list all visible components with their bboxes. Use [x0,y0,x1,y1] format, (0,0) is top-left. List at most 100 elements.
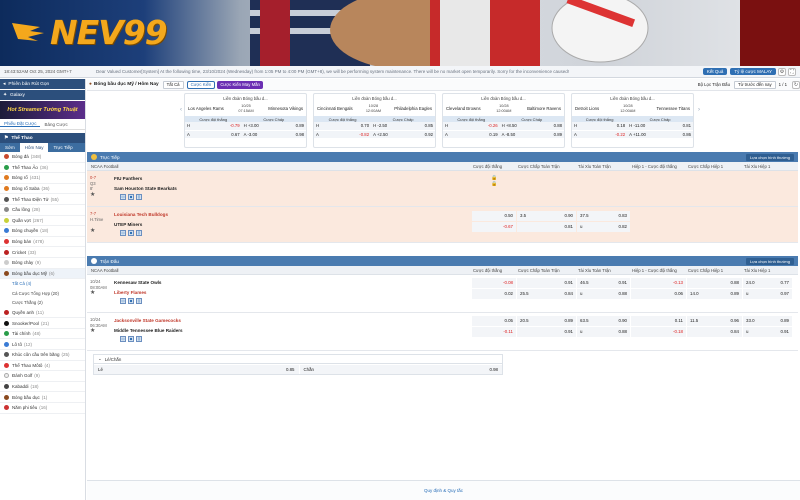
sport-item[interactable]: Cầu lông (28) [0,205,85,216]
odds-cell[interactable]: 0.11 [631,315,686,326]
odds-cell[interactable]: -0.67 [472,221,516,232]
stats-icon[interactable]: ▤ [120,230,126,236]
odds-cell[interactable]: 33.0 0.89 [743,315,792,326]
featured-card[interactable]: Liên đoàn Bóng bầu d... Cincinnati Benga… [313,93,436,148]
odds-cell[interactable]: 24.0 0.77 [743,277,792,288]
live-tracker-icon[interactable]: ▥ [136,230,142,236]
tab-mybets[interactable]: Bảng Cược [40,122,71,127]
sort-select[interactable]: Từ trước đến nay [733,80,776,89]
sport-item[interactable]: Bóng chuyền (18) [0,226,85,237]
stats-icon[interactable]: ▤ [120,336,126,342]
stats-icon[interactable]: ▤ [120,298,126,304]
results-button[interactable]: Kết Quả [702,68,728,75]
odd-even-header[interactable]: ⌄ Lẻ/Chẵn [94,355,502,364]
odds-type-select[interactable]: Tỷ lệ cược MALAY [730,68,776,75]
odds-value[interactable]: 0.92 [409,130,435,139]
favorite-star-icon[interactable]: ★ [90,228,95,234]
favorite-star-icon[interactable]: ★ [90,290,95,296]
tv-icon[interactable]: ▣ [128,194,134,200]
odds-cell[interactable]: u 0.88 [577,288,630,299]
sport-item[interactable]: Kabaddi (18) [0,382,85,393]
odds-value[interactable]: 0.18 [590,122,628,131]
odds-cell[interactable]: u 0.97 [743,288,792,299]
odds-cell[interactable]: -0.13 [631,277,686,288]
odds-value[interactable]: 0.89 [280,122,306,131]
odds-cell[interactable]: 0.02 [472,288,516,299]
favorite-star-icon[interactable]: ★ [90,328,95,334]
tab-early[interactable]: Sớm [0,145,20,150]
sport-item[interactable]: Tài chính (48) [0,329,85,340]
featured-card[interactable]: Liên đoàn Bóng bầu d... Detroit Lions 10/… [571,93,694,148]
odds-cell[interactable]: 0.91 [517,277,576,288]
live-tracker-icon[interactable]: ▥ [136,194,142,200]
chevron-right-icon[interactable]: › [698,107,702,117]
sport-item[interactable]: Thể Thao Môtô (4) [0,361,85,372]
odds-cell[interactable]: -0.08 [472,277,516,288]
odds-cell[interactable]: 0.81 [517,221,576,232]
view-option-button[interactable]: Lựa chọn hình thường [745,153,794,161]
odds-value[interactable]: -0.26 [462,122,500,131]
odds-value[interactable]: -0.22 [590,130,628,139]
today-section-header[interactable]: Trận Đấu Lựa chọn hình thường [87,256,798,266]
odds-cell[interactable]: 46.5 0.91 [577,277,630,288]
sport-item[interactable]: Snooker/Pool (21) [0,318,85,329]
match-filter[interactable]: Bộ Lọc Trận Đấu [698,82,730,87]
tv-icon[interactable]: ▣ [128,298,134,304]
live-section-header[interactable]: Trực Tiếp Lựa chọn hình thường [87,152,798,162]
sport-item[interactable]: Bóng đá (348) [0,152,85,163]
odds-cell[interactable]: 3.5 0.90 [517,210,576,221]
sport-item[interactable]: Bóng bàn (478) [0,237,85,248]
refresh-icon[interactable]: ↻ [792,80,800,89]
odds-cell[interactable]: u 0.91 [743,326,792,337]
sublist-winner[interactable]: Cược Thắng (2) [0,298,85,308]
sport-item[interactable]: Khúc côn cầu trên băng (25) [0,350,85,361]
favorite-star-icon[interactable]: ★ [90,192,95,198]
odds-value[interactable]: -0.79 [204,122,242,131]
sport-item[interactable]: Lô tô (12) [0,339,85,350]
sport-item[interactable]: Bóng chày (9) [0,258,85,269]
tab-lucky-bet[interactable]: Cược Kiến May Mắn [217,80,263,89]
old-version-link[interactable]: ◂ Phiên bản Rút Gọn [0,79,85,90]
odds-value[interactable]: 0.19 [462,130,500,139]
odds-cell[interactable]: 25.5 0.84 [517,288,576,299]
odds-cell[interactable]: 0.05 [472,315,516,326]
odds-value[interactable]: 0.70 [333,122,372,131]
odds-cell[interactable]: 37.5 0.83 [577,210,630,221]
tv-icon[interactable]: ▣ [128,230,134,236]
odds-value[interactable]: 0.85 [409,122,435,131]
tab-live[interactable]: Trực Tiếp [48,145,77,150]
away-team[interactable]: Liberty Flames [114,288,470,298]
sport-item[interactable]: Đánh Golf (9) [0,371,85,382]
sublist-all[interactable]: Tất Cả (4) [0,279,85,289]
even-cell[interactable]: Chẵn 0.98 [299,364,502,374]
odds-cell[interactable]: 0.06 [631,288,686,299]
market-select[interactable]: Tất Cả [162,80,184,89]
odds-value[interactable]: 0.89 [538,130,564,139]
sport-item[interactable]: Cricket (33) [0,247,85,258]
sport-item[interactable]: Bóng bầu dục (1) [0,392,85,403]
streamer-banner[interactable]: Hot Streamer Tường Thuật [0,101,85,119]
featured-card[interactable]: Liên đoàn Bóng bầu d... Los Angeles Rams… [184,93,307,148]
brand-logo[interactable]: NEV99 [10,12,168,52]
odds-value[interactable]: 0.67 [204,130,242,139]
home-team[interactable]: FIU Panthers [114,174,470,184]
stats-icon[interactable]: ▤ [120,194,126,200]
sport-item[interactable]: Thể Thao Điện Tử (55) [0,194,85,205]
sport-item[interactable]: Bóng rổ (431) [0,173,85,184]
live-tracker-icon[interactable]: ▥ [136,298,142,304]
odds-value[interactable]: -0.82 [333,130,372,139]
sport-item[interactable]: Bóng rổ Saba (36) [0,184,85,195]
odds-cell[interactable]: 63.5 0.90 [577,315,630,326]
fullscreen-icon[interactable]: ⛶ [788,67,796,76]
odds-cell[interactable]: -0.18 [631,326,686,337]
odds-cell[interactable]: 0.50 [472,210,516,221]
view-option-button[interactable]: Lựa chọn hình thường [745,257,794,265]
tv-icon[interactable]: ▣ [128,336,134,342]
tab-today[interactable]: Hôm Nay [19,143,49,152]
away-team[interactable]: UTEP Miners [114,220,470,230]
odds-cell[interactable]: 0.91 [517,326,576,337]
odd-cell[interactable]: Lẻ 0.85 [94,364,299,374]
odds-cell[interactable]: u 0.88 [577,326,630,337]
away-team[interactable]: Middle Tennessee Blue Raiders [114,326,470,336]
odds-value[interactable]: 0.98 [280,130,306,139]
